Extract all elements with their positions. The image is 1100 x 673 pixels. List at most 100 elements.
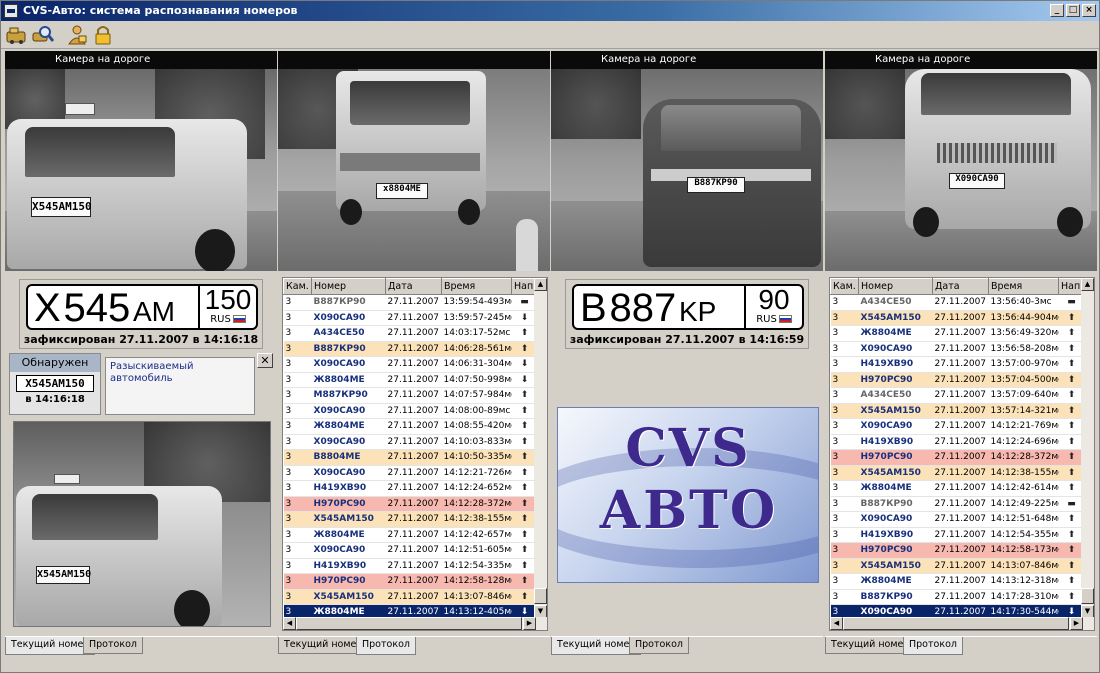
- table-row[interactable]: 3 А434СЕ50 27.11.2007 13:57:09-640мс ⬆: [830, 387, 1083, 404]
- table-row[interactable]: 3 В887КР90 27.11.2007 13:59:54-493мс ▬: [283, 294, 536, 311]
- table-row[interactable]: 3 Х545АМ150 27.11.2007 14:13:07-846мс ⬆: [830, 558, 1083, 574]
- plate-rus: RUS: [756, 314, 777, 325]
- table-row[interactable]: 3 Х090СА90 27.11.2007 14:06:31-304мс ⬇: [283, 356, 536, 373]
- table-row[interactable]: 3 Х090СА90 27.11.2007 14:12:21-769мс ⬆: [830, 418, 1083, 435]
- search-car-button[interactable]: [31, 24, 55, 46]
- vertical-scrollbar-1[interactable]: ▲ ▼: [534, 278, 547, 618]
- scene-plate-1: Х545АМ150: [31, 197, 92, 217]
- scroll-thumb[interactable]: [534, 588, 547, 604]
- table-row[interactable]: 3 Ж8804МЕ 27.11.2007 14:08:55-420мс ⬆: [283, 418, 536, 435]
- tab-current-number[interactable]: Текущий номер: [551, 637, 642, 655]
- user-button[interactable]: [65, 24, 89, 46]
- minimize-button[interactable]: _: [1050, 4, 1064, 17]
- camera-view-3: Камера на дороге В887КР90: [551, 51, 823, 271]
- tab-protocol[interactable]: Протокол: [629, 637, 689, 654]
- table-row[interactable]: 3 Х545АМ150 27.11.2007 13:56:44-904мс ⬆: [830, 310, 1083, 326]
- hscroll-thumb[interactable]: [843, 617, 1069, 630]
- camera-list-button[interactable]: [5, 24, 29, 46]
- scroll-right-button[interactable]: ▶: [1070, 617, 1083, 630]
- scroll-left-button[interactable]: ◀: [283, 617, 296, 630]
- scroll-right-button[interactable]: ▶: [523, 617, 536, 630]
- maximize-button[interactable]: □: [1066, 4, 1080, 17]
- table-row[interactable]: 3 В8804МЕ 27.11.2007 14:10:50-335мс ⬆: [283, 449, 536, 466]
- vertical-scrollbar-2[interactable]: ▲ ▼: [1081, 278, 1094, 618]
- cell-direction: ▬: [1058, 496, 1083, 512]
- table-row[interactable]: 3 Ж8804МЕ 27.11.2007 13:56:49-320мс ⬆: [830, 325, 1083, 342]
- scroll-up-button[interactable]: ▲: [534, 278, 547, 291]
- col-number[interactable]: Номер: [311, 278, 386, 295]
- table-row[interactable]: 3 Х545АМ150 27.11.2007 14:13:07-846мс ⬆: [283, 589, 536, 605]
- tab-current-number[interactable]: Текущий номер: [825, 637, 916, 654]
- table-row[interactable]: 3 В887КР90 27.11.2007 14:12:49-225мс ▬: [830, 496, 1083, 512]
- table-row[interactable]: 3 Ж8804МЕ 27.11.2007 14:13:12-318мс ⬆: [830, 573, 1083, 590]
- tab-current-number[interactable]: Текущий номер: [278, 637, 369, 654]
- table-row[interactable]: 3 Н419ХВ90 27.11.2007 14:12:54-355мс ⬆: [830, 527, 1083, 543]
- table-row[interactable]: 3 В887КР90 27.11.2007 14:17:28-310мс ⬆: [830, 589, 1083, 605]
- table-row[interactable]: 3 Н419ХВ90 27.11.2007 14:12:24-652мс ⬆: [283, 480, 536, 497]
- camera-image-2: х8804МЕ: [278, 69, 550, 271]
- table-row[interactable]: 3 Ж8804МЕ 27.11.2007 14:07:50-998мс ⬇: [283, 372, 536, 388]
- cell-camera: 3: [830, 387, 859, 404]
- table-row[interactable]: 3 Ж8804МЕ 27.11.2007 14:12:42-657мс ⬆: [283, 527, 536, 543]
- table-row[interactable]: 3 Н970РС90 27.11.2007 13:57:04-500мс ⬆: [830, 372, 1083, 388]
- table-row[interactable]: 3 Х545АМ150 27.11.2007 14:12:38-155мс ⬆: [283, 511, 536, 528]
- table-row[interactable]: 3 Х090СА90 27.11.2007 14:12:51-605мс ⬆: [283, 542, 536, 559]
- cell-time: 14:12:58-128мс: [441, 573, 512, 590]
- detected-camera-image: Х545АМ150: [13, 421, 271, 627]
- tab-protocol[interactable]: Протокол: [83, 637, 143, 654]
- table-row[interactable]: 3 Х090СА90 27.11.2007 13:56:58-208мс ⬆: [830, 341, 1083, 357]
- table-row[interactable]: 3 В887КР90 27.11.2007 14:06:28-561мс ⬆: [283, 341, 536, 357]
- col-camera[interactable]: Кам.: [830, 278, 859, 295]
- close-window-button[interactable]: ×: [1082, 4, 1096, 17]
- cell-date: 27.11.2007: [385, 325, 442, 342]
- table-row[interactable]: 3 Н970РС90 27.11.2007 14:12:58-173мс ⬆: [830, 542, 1083, 559]
- plate-letter: B: [580, 286, 607, 330]
- cell-date: 27.11.2007: [932, 589, 989, 605]
- tab-protocol[interactable]: Протокол: [903, 637, 963, 655]
- col-camera[interactable]: Кам.: [283, 278, 312, 295]
- table-row[interactable]: 3 Х090СА90 27.11.2007 14:08:00-89мс ⬆: [283, 403, 536, 419]
- table-row[interactable]: 3 Ж8804МЕ 27.11.2007 14:12:42-614мс ⬆: [830, 480, 1083, 497]
- table-row[interactable]: 3 А434СЕ50 27.11.2007 13:56:40-3мс ▬: [830, 294, 1083, 311]
- cell-camera: 3: [283, 449, 312, 466]
- horizontal-scrollbar-1[interactable]: ◀ ▶: [283, 617, 547, 630]
- col-direction[interactable]: Нап: [1058, 278, 1083, 295]
- plate-series: KP: [679, 296, 717, 327]
- cell-number: Х090СА90: [311, 434, 386, 450]
- cell-direction: ▬: [511, 294, 536, 311]
- col-date[interactable]: Дата: [385, 278, 442, 295]
- horizontal-scrollbar-2[interactable]: ◀ ▶: [830, 617, 1094, 630]
- cell-time: 14:13:07-846мс: [441, 589, 512, 605]
- table-row[interactable]: 3 Х545АМ150 27.11.2007 13:57:14-321мс ⬆: [830, 403, 1083, 419]
- scroll-left-button[interactable]: ◀: [830, 617, 843, 630]
- hscroll-thumb[interactable]: [296, 617, 522, 630]
- table-row[interactable]: 3 Н970РС90 27.11.2007 14:12:28-372мс ⬆: [830, 449, 1083, 466]
- table-row[interactable]: 3 Н419ХВ90 27.11.2007 14:12:54-335мс ⬆: [283, 558, 536, 574]
- scroll-thumb[interactable]: [1081, 588, 1094, 604]
- close-alert-button[interactable]: ✕: [257, 353, 273, 368]
- tab-current-number[interactable]: Текущий номер: [5, 637, 96, 655]
- lock-button[interactable]: [91, 24, 115, 46]
- cell-time: 13:57:00-970мс: [988, 356, 1059, 373]
- cell-direction: ⬆: [511, 480, 536, 497]
- table-row[interactable]: 3 Н419ХВ90 27.11.2007 14:12:24-696мс ⬆: [830, 434, 1083, 450]
- cell-number: В887КР90: [858, 496, 933, 512]
- table-row[interactable]: 3 Х090СА90 27.11.2007 14:12:51-648мс ⬆: [830, 511, 1083, 528]
- col-time[interactable]: Время: [441, 278, 512, 295]
- scroll-up-button[interactable]: ▲: [1081, 278, 1094, 291]
- table-row[interactable]: 3 Х545АМ150 27.11.2007 14:12:38-155мс ⬆: [830, 465, 1083, 481]
- table-row[interactable]: 3 Н419ХВ90 27.11.2007 13:57:00-970мс ⬆: [830, 356, 1083, 373]
- table-row[interactable]: 3 Х090СА90 27.11.2007 14:12:21-726мс ⬆: [283, 465, 536, 481]
- col-number[interactable]: Номер: [858, 278, 933, 295]
- tab-protocol[interactable]: Протокол: [356, 637, 416, 655]
- table-row[interactable]: 3 Х090СА90 27.11.2007 14:10:03-833мс ⬆: [283, 434, 536, 450]
- col-time[interactable]: Время: [988, 278, 1059, 295]
- col-date[interactable]: Дата: [932, 278, 989, 295]
- table-row[interactable]: 3 Х090СА90 27.11.2007 13:59:57-245мс ⬇: [283, 310, 536, 326]
- table-row[interactable]: 3 Н970РС90 27.11.2007 14:12:58-128мс ⬆: [283, 573, 536, 590]
- table-row[interactable]: 3 М887КР90 27.11.2007 14:07:57-984мс ⬆: [283, 387, 536, 404]
- table-row[interactable]: 3 Н970РС90 27.11.2007 14:12:28-372мс ⬆: [283, 496, 536, 512]
- camera-list-icon: [6, 27, 26, 44]
- table-row[interactable]: 3 А434СЕ50 27.11.2007 14:03:17-52мс ⬆: [283, 325, 536, 342]
- col-direction[interactable]: Нап: [511, 278, 536, 295]
